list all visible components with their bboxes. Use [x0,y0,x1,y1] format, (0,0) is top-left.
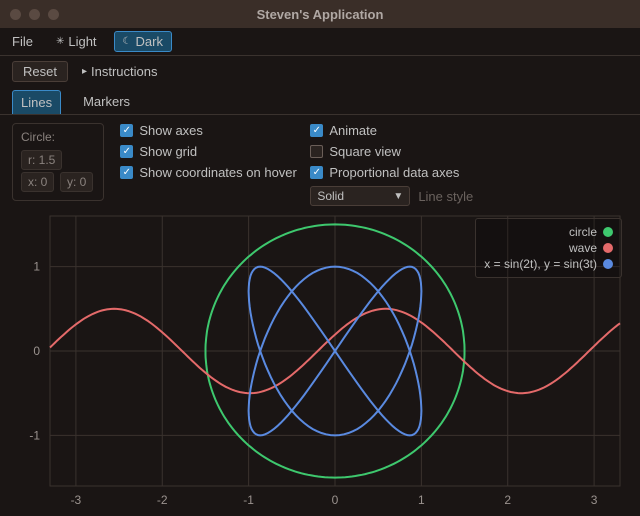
tabs: Lines Markers [0,86,640,115]
line-style-row: Solid ▼ Line style [310,186,510,206]
svg-text:0: 0 [33,344,40,358]
legend-swatch-circle [603,227,613,237]
legend-label: circle [569,225,597,239]
check-label: Square view [329,144,401,159]
triangle-right-icon: ▸ [82,66,87,77]
legend-swatch-wave [603,243,613,253]
checkbox-icon: ✓ [120,145,133,158]
tab-lines[interactable]: Lines [12,90,61,114]
legend-item-liss: x = sin(2t), y = sin(3t) [484,257,613,271]
svg-text:1: 1 [418,493,425,507]
svg-text:-2: -2 [157,493,168,507]
svg-text:-3: -3 [71,493,82,507]
checkbox-icon [310,145,323,158]
theme-toggle-group: ✳ Light ☾ Dark [47,31,172,52]
plot-area[interactable]: -3 -2 -1 0 1 2 3 -1 0 1 circle wave x = sin(2t), … [10,210,630,510]
theme-light-label: Light [68,34,96,49]
circle-y-field[interactable]: y: 0 [60,172,93,192]
theme-dark-button[interactable]: ☾ Dark [114,31,172,52]
moon-icon: ☾ [123,36,132,47]
controls-row: Reset ▸ Instructions [0,56,640,86]
svg-text:1: 1 [33,260,40,274]
theme-dark-label: Dark [136,34,163,49]
checkbox-icon: ✓ [120,124,133,137]
reset-button[interactable]: Reset [12,61,68,82]
legend: circle wave x = sin(2t), y = sin(3t) [475,218,622,278]
instructions-toggle[interactable]: ▸ Instructions [82,64,158,79]
svg-text:0: 0 [332,493,339,507]
checkbox-grid: ✓ Show axes ✓ Animate ✓ Show grid Square… [120,123,510,206]
check-label: Show axes [139,123,203,138]
line-style-label: Line style [418,189,473,204]
circle-panel-label: Circle: [21,130,95,144]
instructions-label: Instructions [91,64,157,79]
check-show-coords[interactable]: ✓ Show coordinates on hover [120,165,300,180]
checkbox-icon: ✓ [310,166,323,179]
check-prop-axes[interactable]: ✓ Proportional data axes [310,165,510,180]
circle-x-field[interactable]: x: 0 [21,172,54,192]
check-animate[interactable]: ✓ Animate [310,123,510,138]
legend-label: x = sin(2t), y = sin(3t) [484,257,597,271]
check-label: Show grid [139,144,197,159]
legend-label: wave [569,241,597,255]
legend-swatch-liss [603,259,613,269]
svg-text:-1: -1 [29,428,40,442]
circle-panel: Circle: r: 1.5 x: 0 y: 0 [12,123,104,201]
check-label: Show coordinates on hover [139,165,297,180]
svg-text:-1: -1 [243,493,254,507]
check-label: Animate [329,123,377,138]
sun-icon: ✳ [56,36,64,47]
checkbox-icon: ✓ [310,124,323,137]
legend-item-wave: wave [484,241,613,255]
window-title: Steven's Application [0,7,640,22]
line-style-select[interactable]: Solid ▼ [310,186,410,206]
menubar: File ✳ Light ☾ Dark [0,28,640,56]
line-style-value: Solid [317,189,344,203]
check-label: Proportional data axes [329,165,459,180]
theme-light-button[interactable]: ✳ Light [47,31,106,52]
checkbox-icon: ✓ [120,166,133,179]
tab-markers[interactable]: Markers [75,90,138,114]
file-menu[interactable]: File [12,34,33,49]
chevron-down-icon: ▼ [393,191,403,202]
check-show-axes[interactable]: ✓ Show axes [120,123,300,138]
options-panel: Circle: r: 1.5 x: 0 y: 0 ✓ Show axes ✓ A… [0,115,640,210]
check-square-view[interactable]: Square view [310,144,510,159]
circle-r-field[interactable]: r: 1.5 [21,150,62,170]
svg-text:2: 2 [504,493,511,507]
legend-item-circle: circle [484,225,613,239]
svg-text:3: 3 [591,493,598,507]
titlebar: Steven's Application [0,0,640,28]
check-show-grid[interactable]: ✓ Show grid [120,144,300,159]
